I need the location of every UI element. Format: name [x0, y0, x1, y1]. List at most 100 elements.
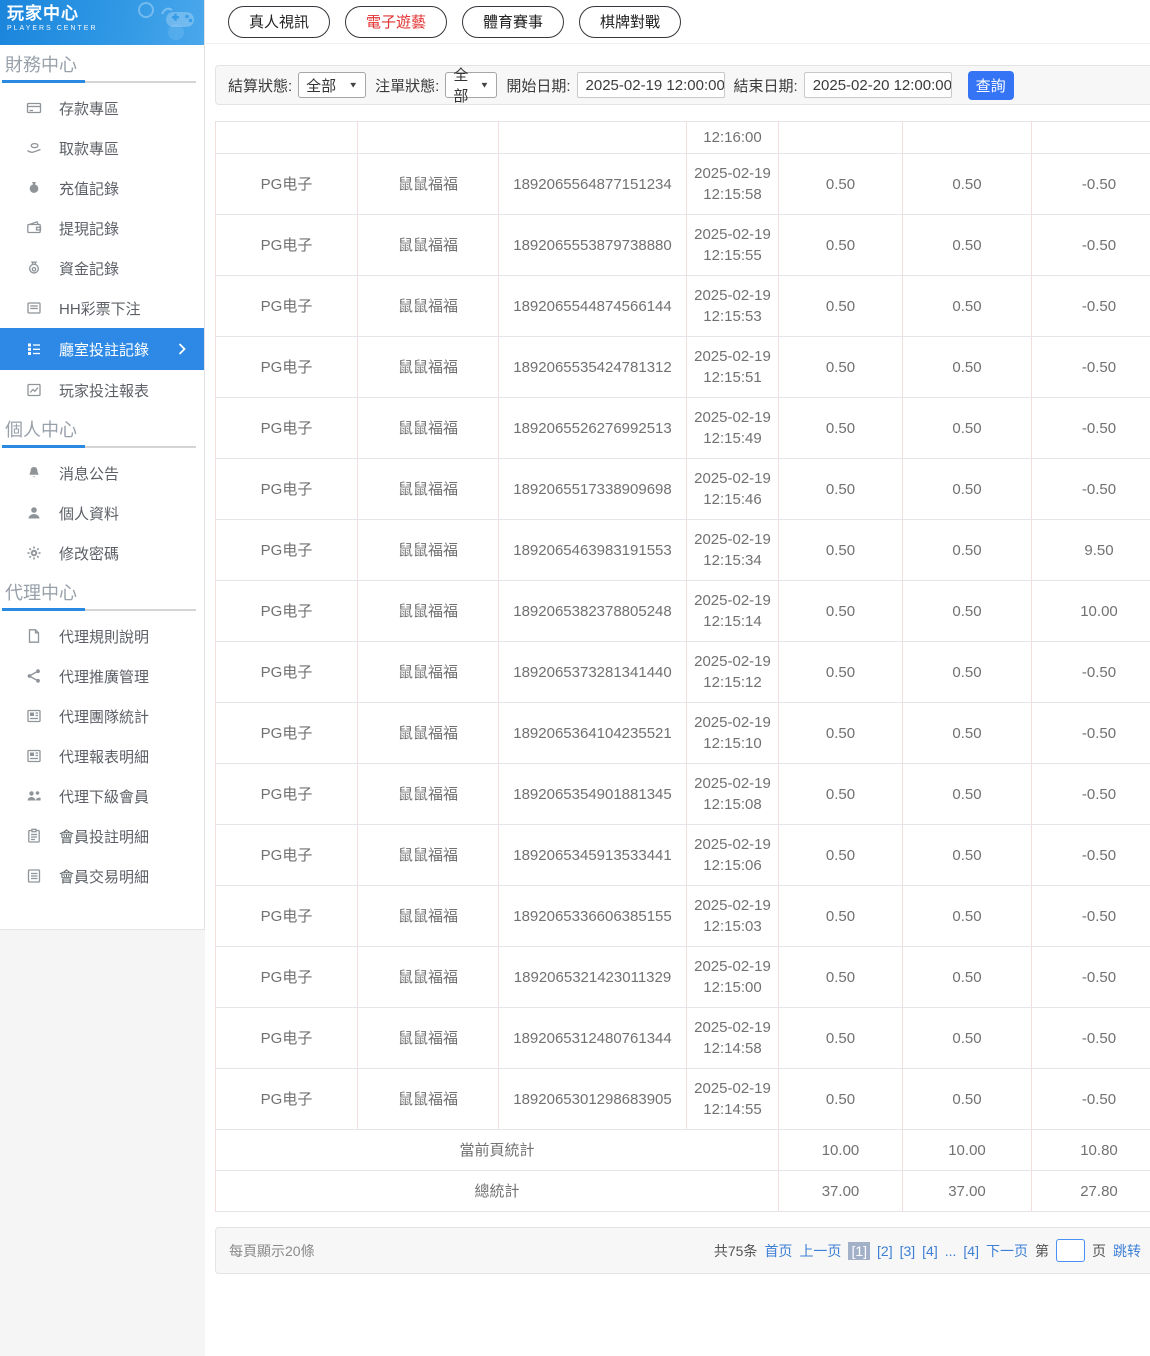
cell-provider: PG电子 — [215, 885, 358, 947]
lottery-doc-icon — [26, 300, 42, 316]
cell-provider: PG电子 — [215, 824, 358, 886]
cell-valid-amount: 0.50 — [902, 824, 1032, 886]
tab-category[interactable]: 體育賽事 — [462, 5, 565, 38]
page-link[interactable]: [4] — [963, 1243, 979, 1259]
cell-game: 鼠鼠福福 — [357, 885, 499, 947]
sidebar-item-link[interactable]: 修改密碼 — [0, 533, 204, 573]
start-date-input[interactable] — [576, 72, 725, 98]
cell-valid-amount: 0.50 — [902, 580, 1032, 642]
summary-profit: 27.80 — [1031, 1170, 1150, 1212]
cell-valid-amount: 0.50 — [902, 641, 1032, 703]
cell-bet-amount: 0.50 — [778, 763, 903, 825]
cell-provider: PG电子 — [215, 702, 358, 764]
sidebar-item-link[interactable]: 取款專區 — [0, 128, 204, 168]
sidebar-item-link[interactable]: 玩家投注報表 — [0, 370, 204, 410]
end-date-input[interactable] — [803, 72, 952, 98]
page-link[interactable]: 上一页 — [799, 1241, 841, 1261]
page-link[interactable]: [2] — [877, 1243, 893, 1259]
sidebar-item-link[interactable]: 個人資料 — [0, 493, 204, 533]
cell-order-number: 1892065364104235521 — [498, 702, 687, 764]
sidebar-item-label: 提現記錄 — [59, 220, 120, 238]
cell-profit: 10.00 — [1031, 580, 1150, 642]
cell-provider: PG电子 — [215, 153, 358, 215]
cell-game: 鼠鼠福福 — [357, 946, 499, 1008]
cell-datetime: 2025-02-19 12:15:49 — [686, 397, 779, 459]
jump-button[interactable]: 跳转 — [1113, 1241, 1141, 1261]
cell-provider: PG电子 — [215, 458, 358, 520]
tab-active[interactable]: 電子遊藝 — [345, 5, 448, 38]
sidebar-item-link[interactable]: 資金記錄 — [0, 248, 204, 288]
cell-datetime: 2025-02-19 12:15:06 — [686, 824, 779, 886]
cell-valid-amount: 0.50 — [902, 763, 1032, 825]
cell-datetime: 2025-02-19 12:15:34 — [686, 519, 779, 581]
app-logo: 玩家中心 PLAYERS CENTER — [0, 0, 204, 45]
sidebar-section: 代理中心 代理規則說明 代理推廣管理 代理團隊統計 代理報表明細 代理下級會員 會員投註明細… — [0, 580, 204, 896]
cell-profit: -0.50 — [1031, 763, 1150, 825]
cell-profit: -0.50 — [1031, 275, 1150, 337]
news-icon — [26, 748, 42, 764]
table-row: PG电子 鼠鼠福福 1892065364104235521 2025-02-19 12:… — [215, 702, 1150, 764]
records-table-body: 12:16:00 PG电子 鼠鼠福福 1892065564877151234 2025-… — [215, 121, 1150, 1212]
settle-status-select[interactable]: 全部 ▼ — [298, 72, 367, 98]
clipboard-icon — [26, 828, 42, 844]
table-summary-row: 總統計 37.00 37.00 27.80 — [215, 1170, 1150, 1212]
cell-profit: -0.50 — [1031, 336, 1150, 398]
sidebar-item-label: 代理下級會員 — [59, 788, 150, 806]
summary-profit: 10.80 — [1031, 1129, 1150, 1171]
sidebar-item-label: 代理規則說明 — [59, 628, 150, 646]
cell-order-number: 1892065345913533441 — [498, 824, 687, 886]
page-link[interactable]: [3] — [900, 1243, 916, 1259]
cell-datetime: 2025-02-19 12:14:55 — [686, 1068, 779, 1130]
cell-game: 鼠鼠福福 — [357, 1007, 499, 1069]
tab-category[interactable]: 真人視訊 — [228, 5, 331, 38]
cell-provider: PG电子 — [215, 580, 358, 642]
sidebar-item-link[interactable]: 代理規則說明 — [0, 616, 204, 656]
tab-category[interactable]: 棋牌對戰 — [579, 5, 682, 38]
sidebar-item-link[interactable]: 代理下級會員 — [0, 776, 204, 816]
sidebar-item-link[interactable]: 存款專區 — [0, 88, 204, 128]
table-row: PG电子 鼠鼠福福 1892065535424781312 2025-02-19 12:… — [215, 336, 1150, 398]
table-row: PG电子 鼠鼠福福 1892065544874566144 2025-02-19 12:… — [215, 275, 1150, 337]
cell-order-number: 1892065354901881345 — [498, 763, 687, 825]
sidebar-item-link[interactable]: 會員交易明細 — [0, 856, 204, 896]
cell-provider: PG电子 — [215, 336, 358, 398]
sidebar-item-link[interactable]: 代理推廣管理 — [0, 656, 204, 696]
cell-order-number: 1892065517338909698 — [498, 458, 687, 520]
hand-coin-icon — [26, 140, 42, 156]
pager: 共75条 首页 上一页 [1] [2] [3] [4]... [4] 下一页 第 页 跳转 — [714, 1239, 1141, 1262]
cell-bet-amount: 0.50 — [778, 214, 903, 276]
money-bag-icon — [26, 180, 42, 196]
cell-valid-amount: 0.50 — [902, 275, 1032, 337]
cell-profit: -0.50 — [1031, 397, 1150, 459]
share-icon — [26, 668, 42, 684]
cell-order-number: 1892065564877151234 — [498, 153, 687, 215]
cell-time: 12:16:00 — [686, 121, 779, 154]
section-title-underline — [2, 445, 196, 448]
sidebar-item-link[interactable]: 提現記錄 — [0, 208, 204, 248]
cell-game: 鼠鼠福福 — [357, 519, 499, 581]
sidebar-item-link[interactable]: HH彩票下注 — [0, 288, 204, 328]
user-icon — [26, 505, 42, 521]
cell-profit: -0.50 — [1031, 885, 1150, 947]
sidebar-item-link[interactable]: 消息公告 — [0, 453, 204, 493]
sidebar-item-link[interactable]: 代理報表明細 — [0, 736, 204, 776]
search-button[interactable]: 查詢 — [967, 70, 1014, 100]
sidebar-item-link[interactable]: 充值記錄 — [0, 168, 204, 208]
order-status-value: 全部 — [453, 67, 469, 105]
table-row: PG电子 鼠鼠福福 1892065564877151234 2025-02-19 12:… — [215, 153, 1150, 215]
cell-bet-amount: 0.50 — [778, 458, 903, 520]
page-link[interactable]: 首页 — [764, 1241, 792, 1261]
cell-provider: PG电子 — [215, 763, 358, 825]
page-link-current[interactable]: [1] — [848, 1241, 871, 1260]
pagination-bar: 每頁顯示20條 共75条 首页 上一页 [1] [2] [3] [4]... [4] 下一页 … — [215, 1227, 1150, 1274]
sidebar-item-active[interactable]: 廳室投註記錄 — [0, 328, 204, 370]
order-status-select[interactable]: 全部 ▼ — [445, 67, 498, 105]
page-link[interactable]: 下一页 — [986, 1241, 1028, 1261]
sidebar-item-link[interactable]: 會員投註明細 — [0, 816, 204, 856]
jump-page-input[interactable] — [1056, 1239, 1085, 1262]
sidebar-section-title: 財務中心 — [5, 55, 77, 75]
cell-order-number: 1892065535424781312 — [498, 336, 687, 398]
cell-empty — [357, 121, 499, 154]
sidebar-item-link[interactable]: 代理團隊統計 — [0, 696, 204, 736]
page-link[interactable]: [4] — [922, 1243, 938, 1259]
